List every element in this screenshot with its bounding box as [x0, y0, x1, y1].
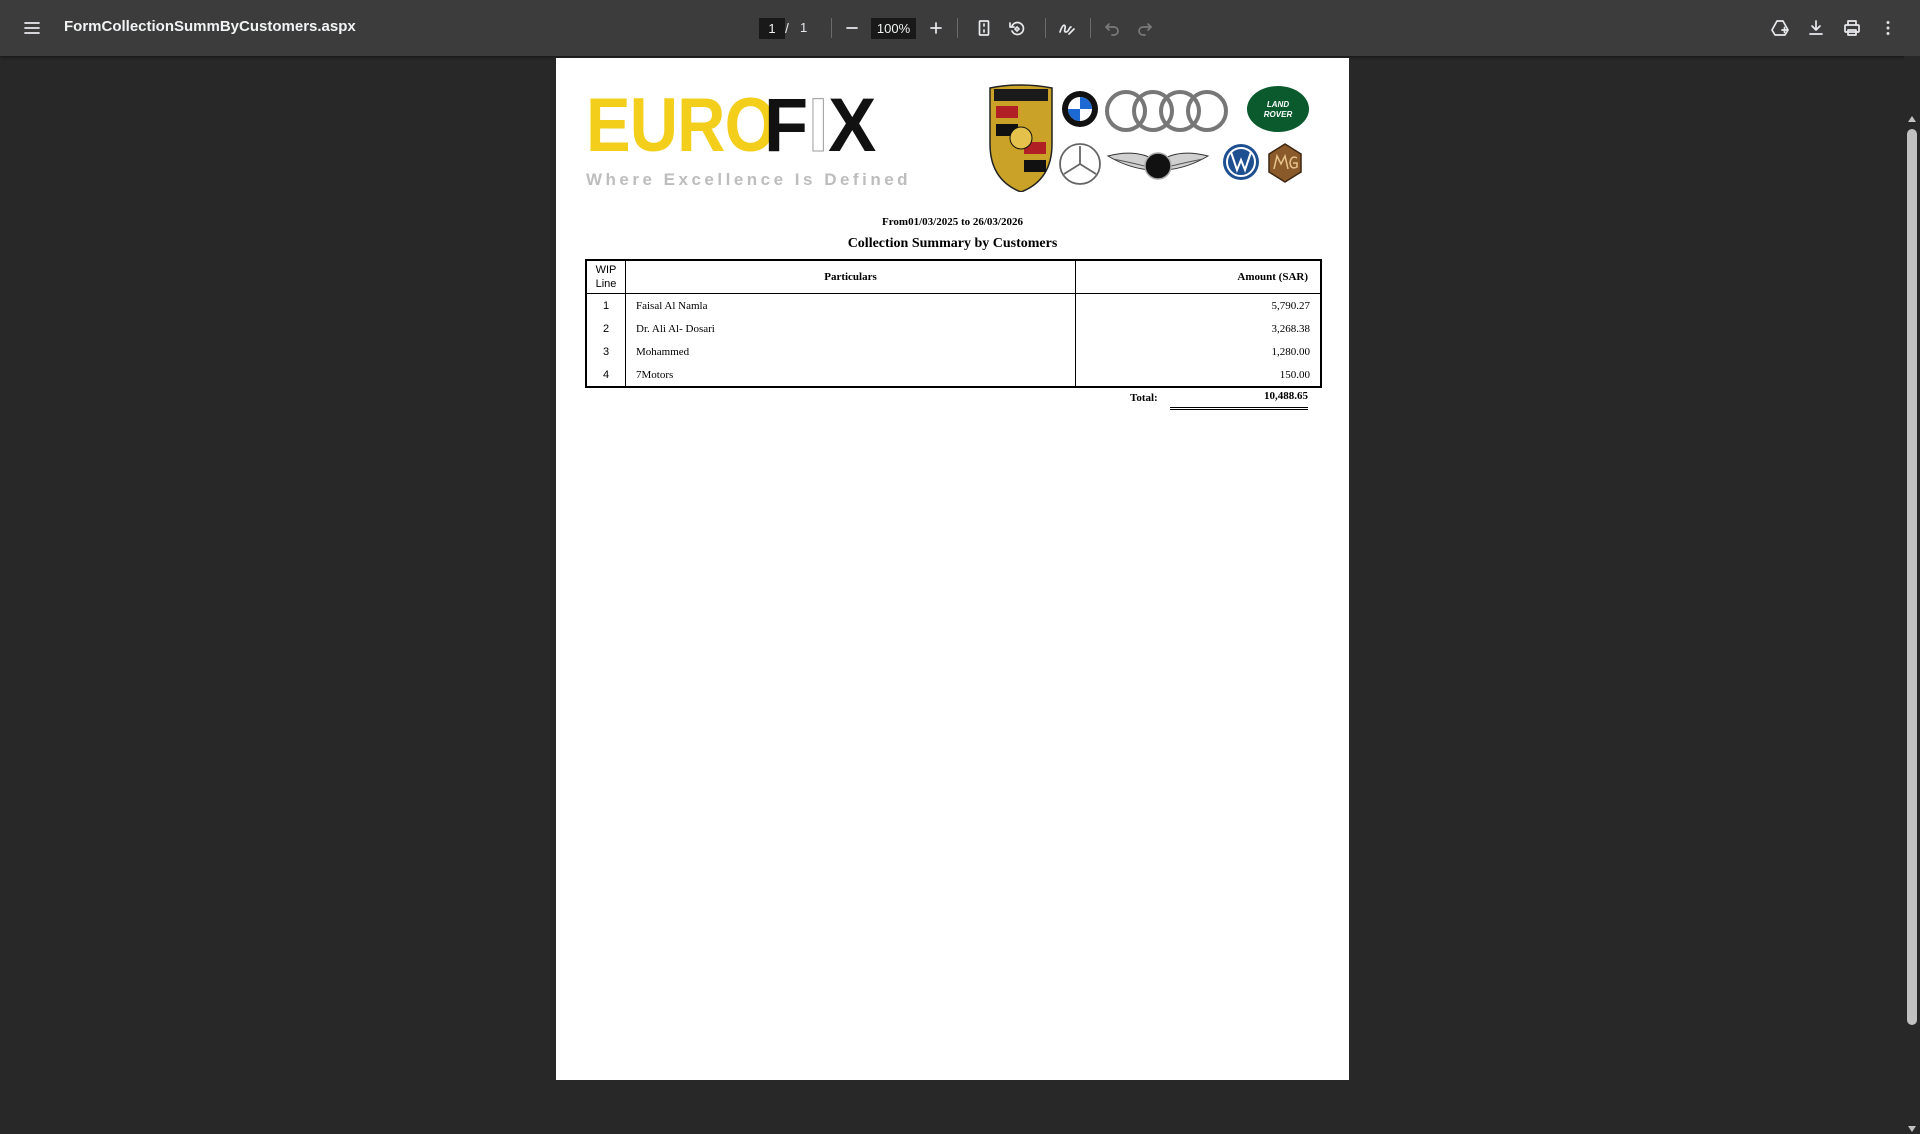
download-icon[interactable]: [1804, 16, 1828, 40]
menu-icon[interactable]: [20, 16, 44, 40]
fit-page-icon[interactable]: [972, 16, 996, 40]
collection-summary-table: WIP Line Particulars Amount (SAR) 1 Faisa…: [585, 259, 1322, 388]
particulars-cell: 7Motors: [625, 363, 1076, 387]
car-brand-logos: LAND ROVER: [989, 84, 1309, 192]
zoom-in-icon[interactable]: [924, 16, 948, 40]
page-number-input[interactable]: 1: [759, 18, 785, 39]
rotate-icon[interactable]: [1005, 16, 1029, 40]
toolbar-divider: [1090, 18, 1091, 38]
page-total: 1: [800, 20, 808, 35]
column-header-particulars: Particulars: [625, 259, 1076, 294]
toolbar-divider: [957, 18, 958, 38]
wip-line-cell: 3: [585, 340, 626, 363]
pdf-page: EURO FIX Where Excellence Is Defined LAN…: [556, 58, 1349, 1080]
table-row: 2 Dr. Ali Al- Dosari 3,268.38: [585, 317, 1322, 340]
scroll-up-icon[interactable]: [1907, 114, 1917, 124]
column-header-amount: Amount (SAR): [1075, 259, 1322, 294]
zoom-out-icon[interactable]: [840, 16, 864, 40]
save-to-drive-icon[interactable]: [1768, 16, 1792, 40]
svg-text:LAND: LAND: [1267, 100, 1289, 109]
table-row: 3 Mohammed 1,280.00: [585, 340, 1322, 363]
land-rover-logo: LAND ROVER: [1247, 86, 1309, 132]
amount-cell: 3,268.38: [1075, 317, 1322, 340]
svg-text:ROVER: ROVER: [1264, 110, 1293, 119]
volkswagen-logo: [1223, 144, 1259, 180]
table-header-row: WIP Line Particulars Amount (SAR): [585, 259, 1322, 294]
vertical-scrollbar[interactable]: [1904, 56, 1920, 1132]
redo-icon[interactable]: [1133, 16, 1157, 40]
wip-line-cell: 1: [585, 293, 626, 317]
wip-line-cell: 2: [585, 317, 626, 340]
particulars-cell: Mohammed: [625, 340, 1076, 363]
scroll-down-icon[interactable]: [1907, 1124, 1917, 1134]
toolbar-divider: [1045, 18, 1046, 38]
porsche-logo: [989, 84, 1053, 192]
document-title: FormCollectionSummByCustomers.aspx: [64, 18, 356, 35]
scrollbar-thumb[interactable]: [1907, 129, 1917, 1025]
table-row: 1 Faisal Al Namla 5,790.27: [585, 293, 1322, 317]
logo-fix-text: FIX: [764, 83, 877, 168]
logo-euro-text: EURO: [586, 83, 777, 168]
mg-logo: [1268, 143, 1302, 183]
pdf-toolbar: FormCollectionSummByCustomers.aspx 1 / 1…: [0, 0, 1920, 56]
particulars-cell: Dr. Ali Al- Dosari: [625, 317, 1076, 340]
audi-logo: [1105, 90, 1228, 132]
report-title: Collection Summary by Customers: [847, 236, 1058, 251]
print-icon[interactable]: [1840, 16, 1864, 40]
mercedes-logo: [1059, 143, 1101, 185]
total-label: Total:: [1130, 392, 1158, 404]
total-value: 10,488.65: [1170, 386, 1308, 410]
amount-cell: 1,280.00: [1075, 340, 1322, 363]
particulars-cell: Faisal Al Namla: [625, 293, 1076, 317]
amount-cell: 5,790.27: [1075, 293, 1322, 317]
more-icon[interactable]: [1876, 16, 1900, 40]
undo-icon[interactable]: [1100, 16, 1124, 40]
bentley-logo: [1106, 152, 1210, 180]
draw-icon[interactable]: [1055, 16, 1079, 40]
column-header-wip-line: WIP Line: [585, 259, 626, 294]
wip-line-cell: 4: [585, 363, 626, 387]
amount-cell: 150.00: [1075, 363, 1322, 387]
table-row: 4 7Motors 150.00: [585, 363, 1322, 387]
bmw-logo: [1062, 91, 1098, 127]
date-range: From01/03/2025 to 26/03/2026: [882, 216, 1023, 228]
page-separator: /: [785, 20, 789, 36]
toolbar-divider: [831, 18, 832, 38]
zoom-level-input[interactable]: 100%: [871, 18, 916, 39]
logo-tagline: Where Excellence Is Defined: [586, 170, 912, 189]
